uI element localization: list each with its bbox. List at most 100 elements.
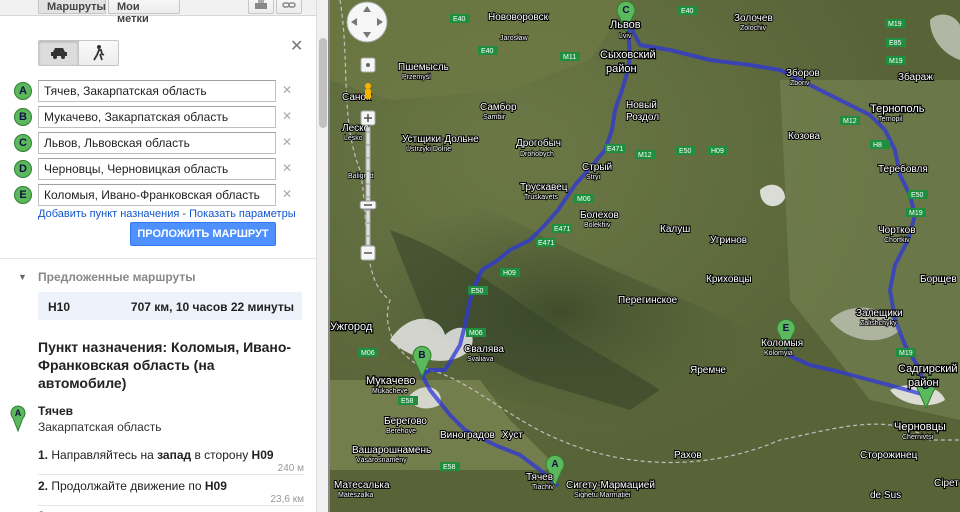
city-label: Пшемысль xyxy=(398,62,449,73)
show-options-link[interactable]: Показать параметры xyxy=(189,208,296,220)
city-label: Вашарошнамень xyxy=(352,445,431,456)
city-label: Чортков xyxy=(878,225,916,236)
remove-waypoint-icon[interactable]: ✕ xyxy=(282,187,292,201)
route-summary: 707 км, 10 часов 22 минуты xyxy=(130,300,294,314)
city-label: Виноградов xyxy=(440,430,495,441)
remove-waypoint-icon[interactable]: ✕ xyxy=(282,109,292,123)
destination-title: Пункт назначения: Коломыя, Ивано-Франков… xyxy=(38,339,292,391)
svg-text:M19: M19 xyxy=(909,210,923,217)
city-label-en: Mukacheve xyxy=(372,388,408,395)
city-label-en: Jarosław xyxy=(500,35,529,42)
waypoint-links: Добавить пункт назначения - Показать пар… xyxy=(38,208,296,220)
road-shield: M12 xyxy=(840,116,860,125)
city-label: Тячев xyxy=(526,472,553,483)
city-label: Борщев xyxy=(920,274,957,285)
direction-step[interactable]: 1. Направляйтесь на запад в сторону H09 xyxy=(38,448,304,462)
city-label: Перегинское xyxy=(618,295,678,306)
satellite-map[interactable]: A B C D E Львов Lviv Сыховский район Нов… xyxy=(330,0,960,512)
waypoint-b-input[interactable] xyxy=(38,106,276,128)
city-label: Трускавец xyxy=(520,182,568,193)
svg-text:M19: M19 xyxy=(888,21,902,28)
city-label-en: Ternopil xyxy=(878,116,903,123)
collapse-arrow-icon[interactable]: ▼ xyxy=(18,272,27,282)
waypoint-c-input[interactable] xyxy=(38,132,276,154)
city-label-en: Sighetu Marmației xyxy=(574,492,631,499)
map-marker-c-letter: C xyxy=(622,5,629,16)
city-label-en: Mátészalka xyxy=(338,492,374,499)
pan-control[interactable] xyxy=(346,1,388,43)
city-label: Збараж xyxy=(898,71,933,83)
road-shield: H09 xyxy=(708,146,728,155)
waypoint-e-input[interactable] xyxy=(38,184,276,206)
road-shield: E50 xyxy=(468,286,488,295)
directions-panel: Маршруты Мои метки ✕ A ✕ B ✕ C ✕ D ✕ xyxy=(0,0,316,512)
svg-text:E58: E58 xyxy=(443,464,456,471)
city-label: Коломыя xyxy=(761,338,803,349)
svg-text:E58: E58 xyxy=(401,398,414,405)
city-label-en: Bolekhiv xyxy=(584,222,611,229)
road-shield: E50 xyxy=(908,190,928,199)
step-road: H09 xyxy=(204,479,227,493)
start-pin-letter: A xyxy=(15,408,22,418)
waypoint-a-input[interactable] xyxy=(38,80,276,102)
link-separator: - xyxy=(179,208,190,220)
city-label-en: Drohobych xyxy=(520,151,554,158)
svg-text:H09: H09 xyxy=(711,148,724,155)
city-label: Тернополь xyxy=(870,103,925,115)
add-destination-link[interactable]: Добавить пункт назначения xyxy=(38,208,179,220)
city-label-en: Ustrzyki Dolne xyxy=(406,146,451,153)
tab-routes[interactable]: Маршруты xyxy=(38,0,106,14)
road-shield: M19 xyxy=(906,208,926,217)
svg-text:E471: E471 xyxy=(538,240,554,247)
remove-waypoint-icon[interactable]: ✕ xyxy=(282,161,292,175)
map-marker-b-letter: B xyxy=(418,350,425,361)
remove-waypoint-icon[interactable]: ✕ xyxy=(282,83,292,97)
suggested-routes-title: Предложенные маршруты xyxy=(38,270,196,284)
svg-text:M12: M12 xyxy=(843,118,857,125)
city-label: Золочев xyxy=(734,13,773,24)
tab-my-places[interactable]: Мои метки xyxy=(108,0,180,25)
step-road: H09 xyxy=(251,448,274,462)
road-shield: M19 xyxy=(885,19,905,28)
city-label-en: Lesko xyxy=(344,135,363,142)
city-label: Залещики xyxy=(856,308,903,319)
city-label-en: Svaliava xyxy=(467,356,494,363)
svg-text:H09: H09 xyxy=(503,270,516,277)
road-shield: M19 xyxy=(886,56,906,65)
scrollbar-thumb[interactable] xyxy=(319,38,327,128)
svg-text:M06: M06 xyxy=(469,330,483,337)
city-label-en: Berehove xyxy=(386,428,416,435)
city-label: Черновцы xyxy=(894,421,946,433)
get-directions-button[interactable]: ПРОЛОЖИТЬ МАРШРУТ xyxy=(130,222,276,246)
city-label: Садгирский xyxy=(898,363,957,375)
road-shield: M06 xyxy=(574,194,594,203)
map-canvas[interactable]: A B C D E Львов Lviv Сыховский район Нов… xyxy=(330,0,960,512)
city-label: Хуст xyxy=(502,430,523,441)
panel-scrollbar[interactable] xyxy=(316,0,328,512)
start-name: Тячев xyxy=(38,404,74,418)
waypoint-a: A ✕ xyxy=(14,79,304,103)
svg-text:E40: E40 xyxy=(681,8,694,15)
start-region: Закарпатская область xyxy=(38,420,162,434)
marker-d-icon: D xyxy=(14,160,32,178)
suggested-route-item[interactable]: H10 707 км, 10 часов 22 минуты xyxy=(38,292,302,320)
remove-waypoint-icon[interactable]: ✕ xyxy=(282,135,292,149)
waypoint-c: C ✕ xyxy=(14,131,304,155)
car-icon[interactable] xyxy=(38,40,79,66)
road-shield: M11 xyxy=(560,52,580,61)
city-label: Мукачево xyxy=(366,375,415,387)
link-icon[interactable] xyxy=(276,0,302,14)
step-text-pre: Продолжайте движение по xyxy=(51,479,205,493)
city-label-en: Truskavets xyxy=(524,194,558,201)
city-label: de Sus xyxy=(870,490,901,501)
svg-text:M11: M11 xyxy=(563,54,576,61)
road-shield: E58 xyxy=(398,396,418,405)
road-shield: E58 xyxy=(440,462,460,471)
print-icon[interactable] xyxy=(248,0,274,14)
walk-icon[interactable] xyxy=(78,40,119,66)
waypoint-d-input[interactable] xyxy=(38,158,276,180)
svg-text:M19: M19 xyxy=(899,350,913,357)
direction-step[interactable]: 2. Продолжайте движение по H09 xyxy=(38,479,304,493)
step-direction: запад xyxy=(157,448,192,462)
close-icon[interactable]: ✕ xyxy=(290,36,303,56)
